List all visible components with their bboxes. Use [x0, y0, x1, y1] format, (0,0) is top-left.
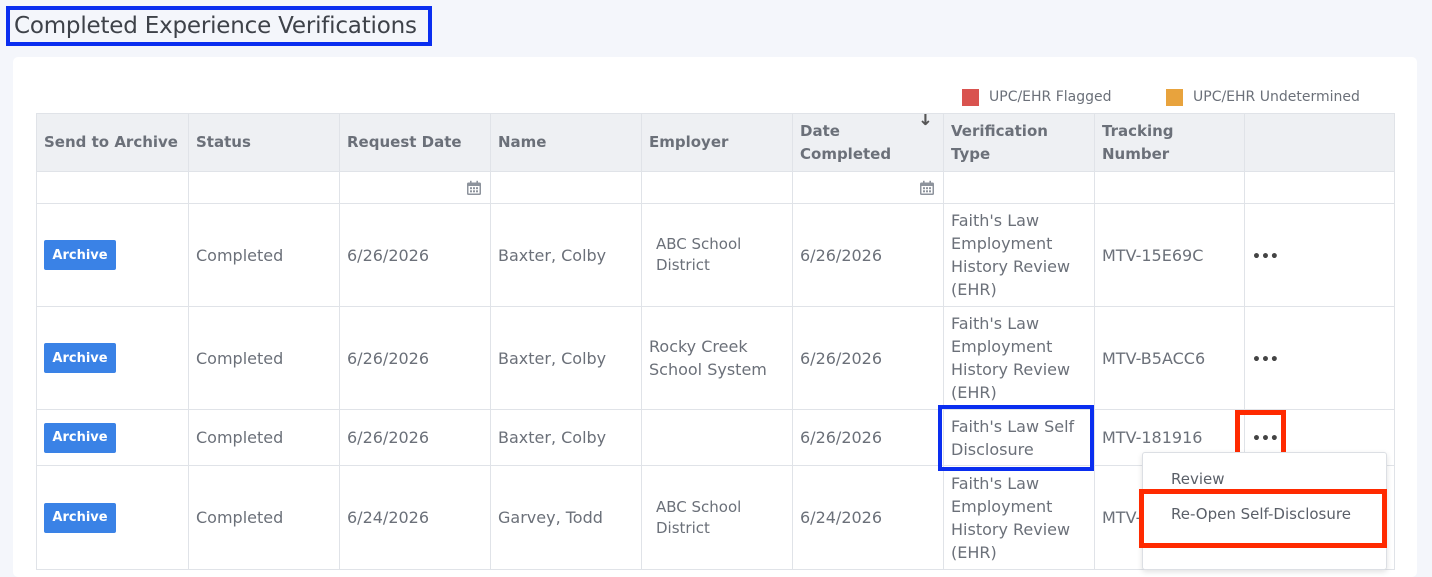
col-actions [1244, 113, 1395, 172]
undetermined-swatch [1166, 88, 1183, 106]
archive-button[interactable]: Archive [44, 502, 116, 533]
filter-row [36, 171, 1395, 204]
status-cell: Completed [188, 409, 340, 466]
col-tracking-number-label: Tracking Number [1102, 121, 1174, 163]
employer-cell: ABC School District [641, 465, 793, 570]
legend-flagged: UPC/EHR Flagged [962, 88, 1112, 106]
name-cell: Garvey, Todd [490, 465, 642, 570]
filter-actions [1244, 171, 1395, 204]
employer-cell: ABC School District [641, 203, 793, 307]
col-employer[interactable]: Employer [641, 113, 793, 172]
calendar-icon[interactable] [466, 180, 482, 196]
verification-type-cell: Faith's Law Employment History Review (E… [943, 306, 1095, 410]
verification-type-text: Faith's Law Employment History Review (E… [951, 211, 1071, 299]
verification-type-cell: Faith's Law Self Disclosure [943, 409, 1095, 466]
tracking-cell: MTV-B5ACC6 [1094, 306, 1245, 410]
request-date-cell: 6/26/2026 [339, 203, 491, 307]
employer-cell: Rocky Creek School System [641, 306, 793, 410]
col-name[interactable]: Name [490, 113, 642, 172]
col-date-completed-label: Date Completed [800, 121, 892, 163]
ellipsis-icon[interactable]: ••• [1252, 249, 1279, 265]
date-completed-cell: 6/26/2026 [792, 203, 944, 307]
name-cell: Baxter, Colby [490, 409, 642, 466]
archive-button[interactable]: Archive [44, 343, 116, 373]
legend-undetermined: UPC/EHR Undetermined [1166, 88, 1360, 106]
filter-verification-type[interactable] [943, 171, 1095, 204]
status-cell: Completed [188, 465, 340, 570]
request-date-cell: 6/24/2026 [339, 465, 491, 570]
filter-employer[interactable] [641, 171, 793, 204]
date-completed-cell: 6/26/2026 [792, 306, 944, 410]
filter-status[interactable] [188, 171, 340, 204]
flagged-swatch [962, 88, 979, 106]
col-request-date[interactable]: Request Date [339, 113, 491, 172]
employer-text: Rocky Creek School System [649, 337, 767, 379]
table-row: Archive Completed 6/26/2026 Baxter, Colb… [36, 306, 1395, 410]
col-status[interactable]: Status [188, 113, 340, 172]
legend-undetermined-label: UPC/EHR Undetermined [1193, 89, 1360, 105]
ellipsis-icon[interactable]: ••• [1252, 352, 1279, 368]
page-title: Completed Experience Verifications [6, 6, 432, 46]
status-cell: Completed [188, 203, 340, 307]
name-cell: Baxter, Colby [490, 203, 642, 307]
col-verification-type-label: Verification Type [951, 121, 1048, 163]
table-row: Archive Completed 6/26/2026 Baxter, Colb… [36, 203, 1395, 307]
request-date-cell: 6/26/2026 [339, 306, 491, 410]
col-verification-type[interactable]: Verification Type [943, 113, 1095, 172]
archive-button[interactable]: Archive [44, 422, 116, 453]
calendar-icon[interactable] [919, 180, 935, 196]
verification-type-cell: Faith's Law Employment History Review (E… [943, 203, 1095, 307]
col-date-completed[interactable]: ↓ Date Completed [792, 113, 944, 172]
verification-type-text: Faith's Law Employment History Review (E… [951, 473, 1071, 562]
status-cell: Completed [188, 306, 340, 410]
employer-cell [641, 409, 793, 466]
archive-button[interactable]: Archive [44, 240, 116, 270]
col-tracking-number[interactable]: Tracking Number [1094, 113, 1245, 172]
arrow-down-icon[interactable]: ↓ [918, 115, 933, 131]
date-completed-cell: 6/24/2026 [792, 465, 944, 570]
verification-type-text: Faith's Law Self Disclosure [951, 416, 1075, 459]
filter-name[interactable] [490, 171, 642, 204]
verification-type-cell: Faith's Law Employment History Review (E… [943, 465, 1095, 570]
legend-flagged-label: UPC/EHR Flagged [989, 89, 1112, 105]
verification-type-text: Faith's Law Employment History Review (E… [951, 314, 1071, 402]
filter-date-completed[interactable] [792, 171, 944, 204]
employer-text: ABC School District [656, 497, 742, 537]
request-date-cell: 6/26/2026 [339, 409, 491, 466]
date-completed-cell: 6/26/2026 [792, 409, 944, 466]
col-send-to-archive[interactable]: Send to Archive [36, 113, 189, 172]
name-cell: Baxter, Colby [490, 306, 642, 410]
menu-item-review[interactable]: Review [1171, 470, 1225, 488]
ellipsis-icon[interactable]: ••• [1252, 431, 1279, 447]
filter-tracking[interactable] [1094, 171, 1245, 204]
filter-request-date[interactable] [339, 171, 491, 204]
tracking-cell: MTV-15E69C [1094, 203, 1245, 307]
employer-text: ABC School District [656, 235, 742, 274]
menu-item-reopen-self-disclosure[interactable]: Re-Open Self-Disclosure [1171, 505, 1351, 523]
filter-archive [36, 171, 189, 204]
row-actions-menu: Review Re-Open Self-Disclosure [1142, 452, 1387, 570]
